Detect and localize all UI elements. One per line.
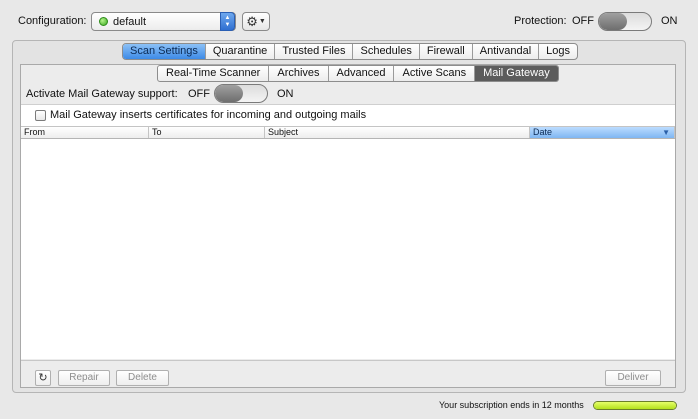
- configuration-select[interactable]: default ▲ ▼: [91, 12, 236, 31]
- protection-off-label: OFF: [572, 15, 594, 27]
- select-stepper-icon: ▲ ▼: [220, 12, 235, 31]
- subtab-archives[interactable]: Archives: [269, 66, 329, 81]
- tab-quarantine[interactable]: Quarantine: [206, 44, 276, 59]
- refresh-icon: ↻: [38, 372, 48, 384]
- gateway-toggle[interactable]: [214, 84, 268, 103]
- subscription-progress-fill: [594, 402, 676, 409]
- toggle-knob: [599, 13, 627, 30]
- column-date-label: Date: [533, 127, 553, 137]
- sort-descending-icon: ▼: [662, 128, 670, 137]
- configuration-value: default: [113, 15, 147, 28]
- tab-firewall[interactable]: Firewall: [420, 44, 473, 59]
- tab-schedules[interactable]: Schedules: [353, 44, 420, 59]
- status-dot-icon: [99, 17, 108, 26]
- activate-gateway-label: Activate Mail Gateway support:: [26, 88, 178, 100]
- tab-trusted-files[interactable]: Trusted Files: [275, 44, 354, 59]
- column-date[interactable]: Date ▼: [530, 127, 675, 138]
- mail-list-area: [21, 104, 675, 359]
- subtab-advanced[interactable]: Advanced: [329, 66, 395, 81]
- configuration-label: Configuration:: [18, 15, 87, 27]
- deliver-button[interactable]: Deliver: [605, 370, 661, 386]
- subscription-status: Your subscription ends in 12 months: [439, 400, 584, 410]
- column-from[interactable]: From: [21, 127, 149, 138]
- chevron-down-icon: ▼: [258, 18, 266, 25]
- tab-scan-settings[interactable]: Scan Settings: [123, 44, 206, 59]
- column-subject[interactable]: Subject: [265, 127, 530, 138]
- mail-table-header: From To Subject Date ▼: [21, 126, 675, 139]
- delete-button[interactable]: Delete: [116, 370, 169, 386]
- certificate-checkbox[interactable]: [35, 110, 46, 121]
- toggle-knob: [215, 85, 243, 102]
- subtab-mail-gateway[interactable]: Mail Gateway: [475, 66, 558, 81]
- sub-tabs: Real-Time Scanner Archives Advanced Acti…: [157, 65, 559, 82]
- subscription-progress: [593, 401, 677, 410]
- protection-label: Protection:: [514, 15, 567, 27]
- main-tabs: Scan Settings Quarantine Trusted Files S…: [122, 43, 578, 60]
- tab-antivandal[interactable]: Antivandal: [473, 44, 540, 59]
- tab-logs[interactable]: Logs: [539, 44, 577, 59]
- subtab-real-time-scanner[interactable]: Real-Time Scanner: [158, 66, 270, 81]
- repair-button[interactable]: Repair: [58, 370, 110, 386]
- gear-menu-button[interactable]: ⚙ ▼: [242, 12, 270, 31]
- refresh-button[interactable]: ↻: [35, 370, 51, 386]
- column-to[interactable]: To: [149, 127, 265, 138]
- gateway-off-label: OFF: [188, 88, 210, 100]
- gateway-on-label: ON: [277, 88, 294, 100]
- protection-on-label: ON: [661, 15, 678, 27]
- certificate-label: Mail Gateway inserts certificates for in…: [50, 109, 367, 121]
- gear-icon: ⚙: [246, 13, 258, 29]
- protection-toggle[interactable]: [598, 12, 652, 31]
- subtab-active-scans[interactable]: Active Scans: [394, 66, 476, 81]
